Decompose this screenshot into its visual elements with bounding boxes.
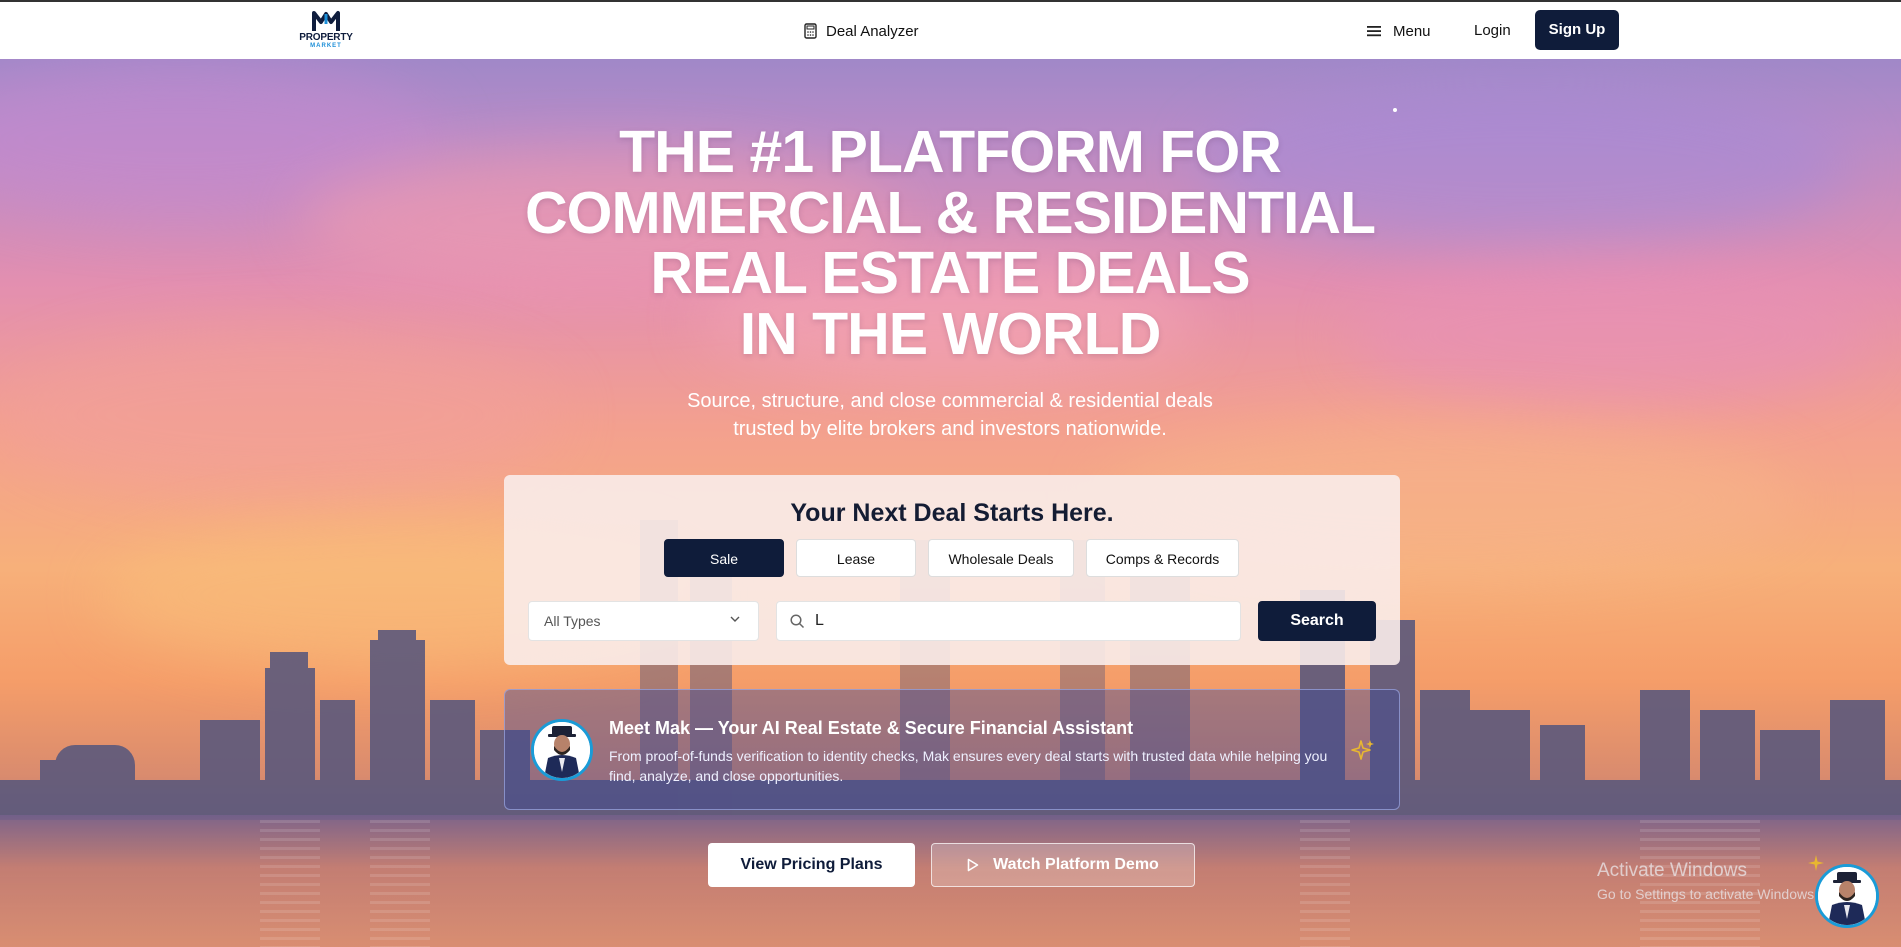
logo-sub-text: MARKET	[310, 43, 342, 49]
hero-title-line: COMMERCIAL & RESIDENTIAL	[524, 179, 1376, 246]
hero-subtitle-line: Source, structure, and close commercial …	[687, 390, 1213, 412]
avatar-illustration	[1818, 867, 1876, 925]
menu-button[interactable]: Menu	[1367, 19, 1431, 43]
site-header: PROPERTY MARKET Deal Analyzer Menu Login…	[0, 2, 1901, 59]
deal-analyzer-label: Deal Analyzer	[826, 22, 919, 40]
hero-title-line: THE #1 PLATFORM FOR	[619, 119, 1282, 185]
property-type-select[interactable]: All Types	[528, 601, 759, 641]
play-icon	[967, 858, 979, 872]
decorative-dot	[1393, 108, 1397, 112]
deal-analyzer-link[interactable]: Deal Analyzer	[804, 19, 919, 43]
search-card-title: Your Next Deal Starts Here.	[790, 499, 1114, 527]
avatar-illustration	[534, 722, 590, 778]
logo[interactable]: PROPERTY MARKET	[282, 10, 370, 52]
search-field[interactable]	[776, 601, 1241, 641]
search-button[interactable]: Search	[1258, 601, 1376, 641]
login-link[interactable]: Login	[1474, 19, 1511, 43]
mak-avatar	[531, 719, 593, 781]
watch-demo-label: Watch Platform Demo	[993, 856, 1159, 873]
mak-description: From proof-of-funds verification to iden…	[609, 748, 1328, 784]
chat-sparkle-icon	[1808, 855, 1824, 871]
tab-lease[interactable]: Lease	[796, 539, 916, 577]
signup-button[interactable]: Sign Up	[1535, 10, 1619, 50]
hero-subtitle: Source, structure, and close commercial …	[560, 387, 1340, 443]
sparkle-icon	[1351, 740, 1374, 760]
watch-demo-button[interactable]: Watch Platform Demo	[931, 843, 1195, 887]
property-type-value: All Types	[544, 613, 601, 629]
mak-title: Meet Mak — Your AI Real Estate & Secure …	[609, 718, 1134, 738]
chat-assistant-button[interactable]	[1815, 864, 1879, 928]
tab-comps-records[interactable]: Comps & Records	[1086, 539, 1239, 577]
tab-sale[interactable]: Sale	[664, 539, 784, 577]
watermark-line-2: Go to Settings to activate Windows.	[1597, 886, 1818, 902]
chevron-down-icon	[730, 616, 740, 622]
hero-title-line: REAL ESTATE DEALS	[650, 240, 1250, 306]
logo-brand-text: PROPERTY	[299, 32, 353, 43]
hero-title: THE #1 PLATFORM FOR COMMERCIAL & RESIDEN…	[450, 122, 1450, 364]
hamburger-menu-icon	[1367, 26, 1381, 37]
view-pricing-button[interactable]: View Pricing Plans	[708, 843, 915, 887]
menu-label: Menu	[1393, 22, 1431, 40]
mak-assistant-card[interactable]: Meet Mak — Your AI Real Estate & Secure …	[504, 689, 1400, 810]
search-input[interactable]	[815, 608, 1225, 634]
logo-mark-icon	[312, 11, 340, 31]
search-icon	[790, 614, 805, 629]
hero-title-line: IN THE WORLD	[739, 300, 1162, 367]
activate-windows-watermark: Activate Windows Go to Settings to activ…	[1597, 860, 1818, 902]
calculator-icon	[804, 23, 817, 39]
tab-wholesale-deals[interactable]: Wholesale Deals	[928, 539, 1074, 577]
hero-subtitle-line: trusted by elite brokers and investors n…	[733, 418, 1167, 440]
watermark-line-1: Activate Windows	[1597, 860, 1747, 881]
search-card: Your Next Deal Starts Here. Sale Lease W…	[504, 475, 1400, 665]
